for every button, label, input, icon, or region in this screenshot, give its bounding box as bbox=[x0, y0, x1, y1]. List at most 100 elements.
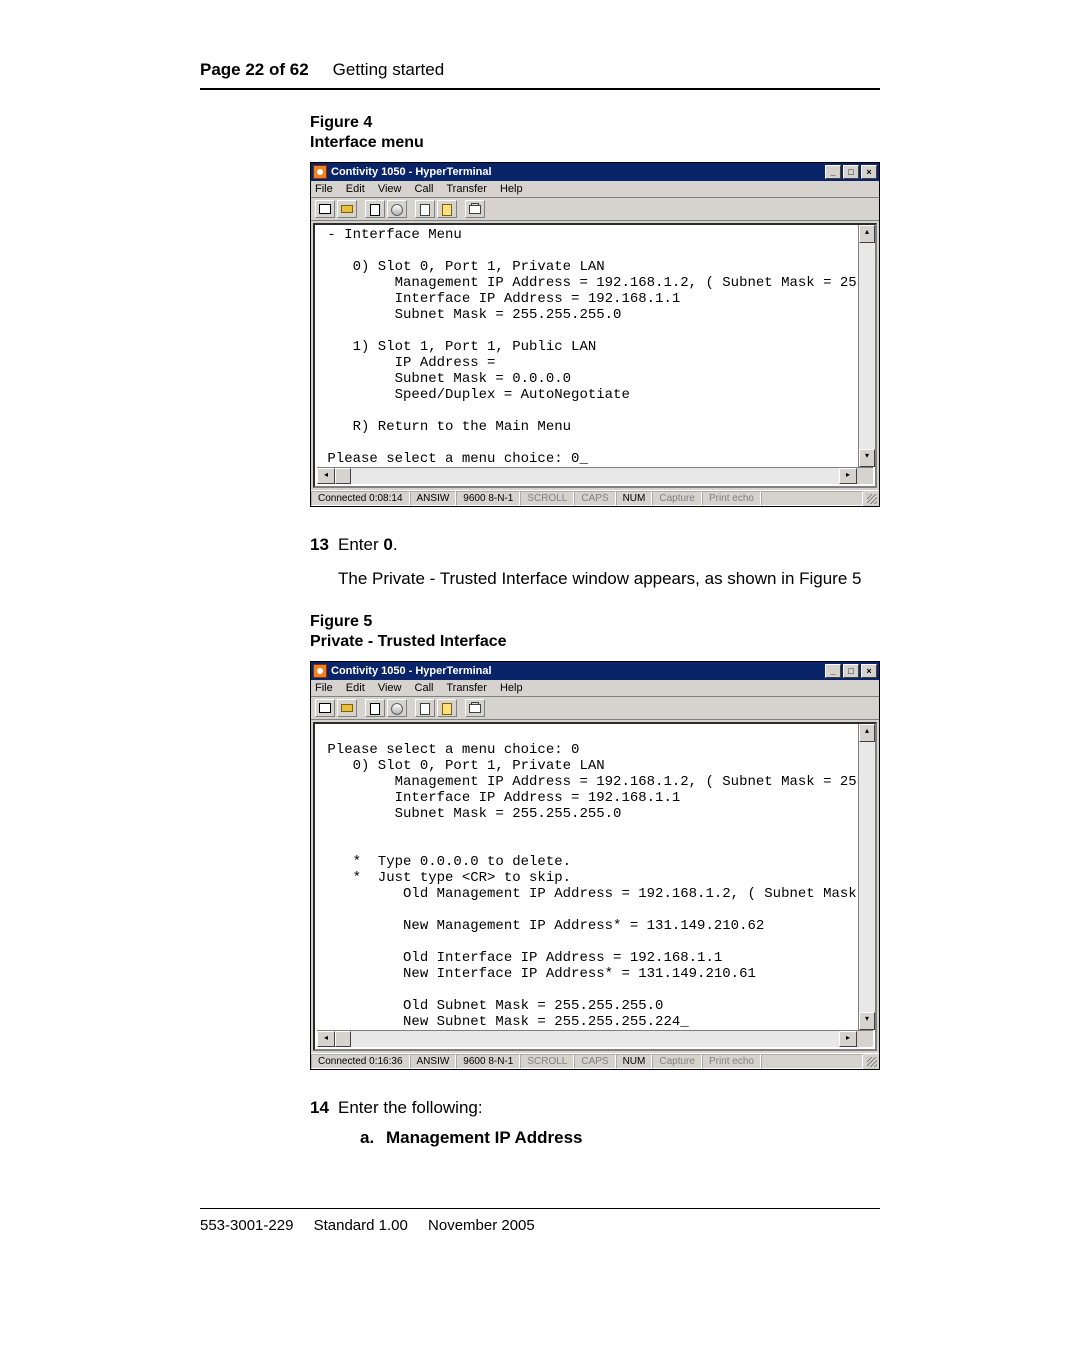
footer-date: November 2005 bbox=[428, 1217, 535, 1234]
menu-call[interactable]: Call bbox=[415, 183, 434, 195]
status-echo: Print echo bbox=[702, 491, 761, 506]
status-num: NUM bbox=[616, 491, 653, 506]
menu-bar[interactable]: File Edit View Call Transfer Help bbox=[311, 181, 879, 198]
menu-file[interactable]: File bbox=[315, 183, 333, 195]
app-icon bbox=[313, 664, 327, 678]
scroll-down-icon[interactable]: ▾ bbox=[859, 449, 875, 467]
step-number: 13 bbox=[310, 535, 338, 555]
toolbar bbox=[311, 198, 879, 221]
status-bar: Connected 0:08:14 ANSIW 9600 8-N-1 SCROL… bbox=[311, 490, 879, 506]
status-term: ANSIW bbox=[410, 491, 457, 506]
open-icon[interactable] bbox=[337, 699, 357, 717]
figure5-label: Figure 5 bbox=[310, 613, 880, 631]
scroll-track-h[interactable] bbox=[335, 468, 839, 484]
scroll-up-icon[interactable]: ▴ bbox=[859, 225, 875, 243]
menu-edit[interactable]: Edit bbox=[346, 682, 365, 694]
scroll-thumb[interactable] bbox=[335, 1031, 351, 1047]
resize-grip-icon[interactable] bbox=[863, 491, 879, 506]
menu-view[interactable]: View bbox=[378, 183, 402, 195]
section-title: Getting started bbox=[333, 60, 445, 80]
step-13: 13 Enter 0. bbox=[310, 535, 880, 555]
close-button[interactable]: × bbox=[861, 165, 877, 179]
title-bar[interactable]: Contivity 1050 - HyperTerminal _ □ × bbox=[311, 163, 879, 181]
page-footer: 553-3001-229 Standard 1.00 November 2005 bbox=[200, 1208, 880, 1234]
minimize-button[interactable]: _ bbox=[825, 664, 841, 678]
terminal-output[interactable]: Please select a menu choice: 0 0) Slot 0… bbox=[315, 724, 858, 1030]
app-icon bbox=[313, 165, 327, 179]
scroll-thumb[interactable] bbox=[335, 468, 351, 484]
scroll-right-icon[interactable]: ▸ bbox=[839, 1031, 857, 1047]
status-capture: Capture bbox=[652, 1054, 702, 1069]
disconnect-icon[interactable] bbox=[387, 200, 407, 218]
figure4-label: Figure 4 bbox=[310, 114, 880, 132]
status-capture: Capture bbox=[652, 491, 702, 506]
page-header: Page 22 of 62 Getting started bbox=[200, 60, 880, 90]
footer-standard: Standard 1.00 bbox=[314, 1217, 408, 1234]
hyperterminal-window-fig5: Contivity 1050 - HyperTerminal _ □ × Fil… bbox=[310, 661, 880, 1070]
substep-label: Management IP Address bbox=[386, 1128, 583, 1148]
title-bar[interactable]: Contivity 1050 - HyperTerminal _ □ × bbox=[311, 662, 879, 680]
horizontal-scrollbar[interactable]: ◂ ▸ bbox=[317, 1030, 873, 1047]
receive-icon[interactable] bbox=[437, 699, 457, 717]
send-icon[interactable] bbox=[415, 200, 435, 218]
horizontal-scrollbar[interactable]: ◂ ▸ bbox=[317, 467, 873, 484]
terminal-frame: Please select a menu choice: 0 0) Slot 0… bbox=[313, 722, 877, 1051]
window-title: Contivity 1050 - HyperTerminal bbox=[331, 166, 825, 178]
resize-grip-icon[interactable] bbox=[863, 1054, 879, 1069]
menu-edit[interactable]: Edit bbox=[346, 183, 365, 195]
step-14a: a. Management IP Address bbox=[360, 1128, 880, 1148]
new-icon[interactable] bbox=[315, 699, 335, 717]
status-scroll: SCROLL bbox=[520, 491, 574, 506]
vertical-scrollbar[interactable]: ▴ ▾ bbox=[858, 225, 875, 467]
step-14: 14 Enter the following: bbox=[310, 1098, 880, 1118]
status-scroll: SCROLL bbox=[520, 1054, 574, 1069]
menu-bar[interactable]: File Edit View Call Transfer Help bbox=[311, 680, 879, 697]
menu-call[interactable]: Call bbox=[415, 682, 434, 694]
status-term: ANSIW bbox=[410, 1054, 457, 1069]
scroll-track[interactable] bbox=[859, 243, 875, 449]
disconnect-icon[interactable] bbox=[387, 699, 407, 717]
menu-file[interactable]: File bbox=[315, 682, 333, 694]
connect-icon[interactable] bbox=[365, 200, 385, 218]
open-icon[interactable] bbox=[337, 200, 357, 218]
properties-icon[interactable] bbox=[465, 699, 485, 717]
connect-icon[interactable] bbox=[365, 699, 385, 717]
properties-icon[interactable] bbox=[465, 200, 485, 218]
status-connected: Connected 0:16:36 bbox=[311, 1054, 410, 1069]
status-caps: CAPS bbox=[574, 1054, 615, 1069]
close-button[interactable]: × bbox=[861, 664, 877, 678]
scroll-up-icon[interactable]: ▴ bbox=[859, 724, 875, 742]
vertical-scrollbar[interactable]: ▴ ▾ bbox=[858, 724, 875, 1030]
scroll-left-icon[interactable]: ◂ bbox=[317, 468, 335, 484]
scroll-corner bbox=[857, 468, 873, 484]
step-number: 14 bbox=[310, 1098, 338, 1118]
scroll-right-icon[interactable]: ▸ bbox=[839, 468, 857, 484]
footer-docnum: 553-3001-229 bbox=[200, 1217, 293, 1234]
status-connected: Connected 0:08:14 bbox=[311, 491, 410, 506]
scroll-track[interactable] bbox=[859, 742, 875, 1012]
receive-icon[interactable] bbox=[437, 200, 457, 218]
maximize-button[interactable]: □ bbox=[843, 165, 859, 179]
minimize-button[interactable]: _ bbox=[825, 165, 841, 179]
maximize-button[interactable]: □ bbox=[843, 664, 859, 678]
toolbar bbox=[311, 697, 879, 720]
terminal-output[interactable]: - Interface Menu 0) Slot 0, Port 1, Priv… bbox=[315, 225, 858, 467]
step-text: Enter 0. bbox=[338, 535, 398, 555]
menu-transfer[interactable]: Transfer bbox=[446, 183, 487, 195]
status-num: NUM bbox=[616, 1054, 653, 1069]
figure4-block: Figure 4 Interface menu bbox=[310, 114, 880, 152]
status-bar: Connected 0:16:36 ANSIW 9600 8-N-1 SCROL… bbox=[311, 1053, 879, 1069]
figure5-block: Figure 5 Private - Trusted Interface bbox=[310, 613, 880, 651]
menu-view[interactable]: View bbox=[378, 682, 402, 694]
menu-transfer[interactable]: Transfer bbox=[446, 682, 487, 694]
substep-letter: a. bbox=[360, 1128, 386, 1148]
scroll-down-icon[interactable]: ▾ bbox=[859, 1012, 875, 1030]
new-icon[interactable] bbox=[315, 200, 335, 218]
menu-help[interactable]: Help bbox=[500, 682, 523, 694]
scroll-track-h[interactable] bbox=[335, 1031, 839, 1047]
status-caps: CAPS bbox=[574, 491, 615, 506]
status-echo: Print echo bbox=[702, 1054, 761, 1069]
menu-help[interactable]: Help bbox=[500, 183, 523, 195]
send-icon[interactable] bbox=[415, 699, 435, 717]
scroll-left-icon[interactable]: ◂ bbox=[317, 1031, 335, 1047]
